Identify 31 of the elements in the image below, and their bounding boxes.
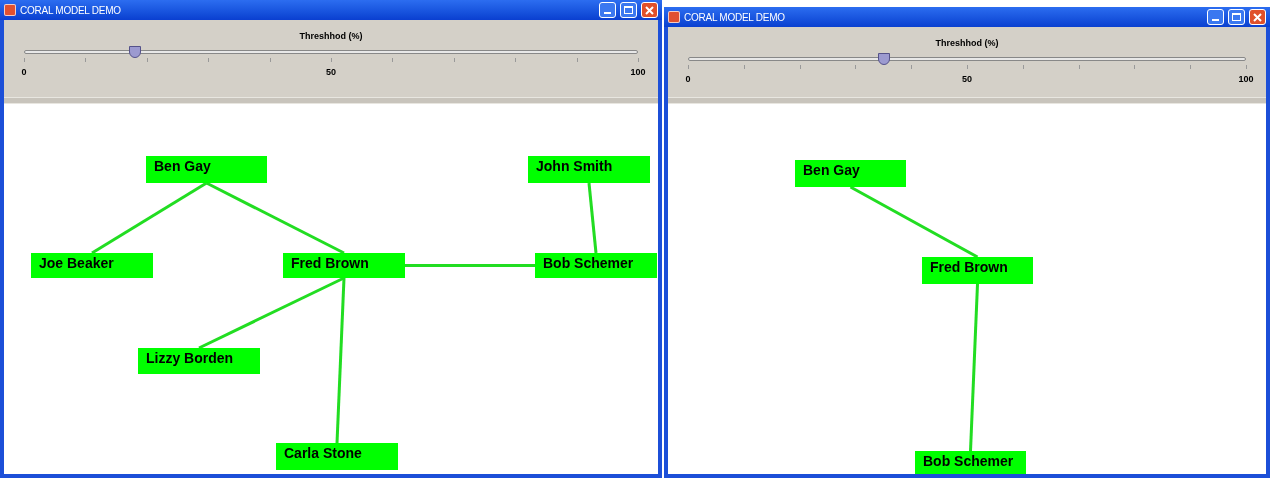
close-icon[interactable] — [641, 2, 658, 18]
graph-node[interactable]: Joe Beaker — [31, 253, 153, 278]
tick-label: 0 — [21, 65, 27, 79]
maximize-icon[interactable] — [1228, 9, 1245, 25]
tick-label: 100 — [630, 65, 646, 79]
graph-node[interactable]: Ben Gay — [795, 160, 906, 187]
maximize-icon[interactable] — [620, 2, 637, 18]
tick-label: 50 — [326, 65, 336, 79]
graph-node[interactable]: Lizzy Borden — [138, 348, 260, 374]
graph-node[interactable]: Fred Brown — [922, 257, 1033, 284]
app-icon — [668, 11, 680, 23]
minimize-icon[interactable] — [1207, 9, 1224, 25]
graph-node[interactable]: Carla Stone — [276, 443, 398, 470]
graph-node[interactable]: John Smith — [528, 156, 650, 183]
close-icon[interactable] — [1249, 9, 1266, 25]
edge-line — [587, 182, 598, 254]
graph-node[interactable]: Fred Brown — [283, 253, 405, 278]
slider-thumb[interactable] — [129, 45, 142, 58]
tick-label: 0 — [685, 72, 691, 86]
slider-thumb[interactable] — [877, 52, 890, 65]
minimize-icon[interactable] — [599, 2, 616, 18]
graph-node[interactable]: Bob Schemer — [535, 253, 657, 278]
window-title: CORAL MODEL DEMO — [684, 10, 785, 25]
slider-label: Threshhod (%) — [935, 37, 999, 50]
graph-node[interactable]: Ben Gay — [146, 156, 267, 183]
tick-label: 100 — [1238, 72, 1254, 86]
slider-label: Threshhod (%) — [299, 30, 363, 43]
tick-label: 50 — [962, 72, 972, 86]
window-title: CORAL MODEL DEMO — [20, 3, 121, 18]
app-icon — [4, 4, 16, 16]
graph-node[interactable]: Bob Schemer — [915, 451, 1026, 474]
